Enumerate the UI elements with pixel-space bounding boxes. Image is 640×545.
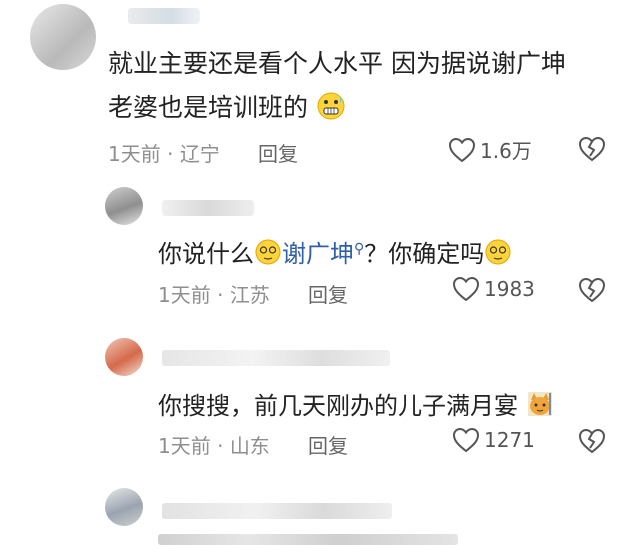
search-icon[interactable]: ⚲ — [354, 241, 364, 257]
broken-heart-icon — [578, 136, 606, 162]
heart-outline-icon — [452, 276, 480, 302]
location: 辽宁 — [179, 142, 220, 166]
username-blurred[interactable] — [162, 503, 392, 519]
heart-outline-icon — [452, 427, 480, 453]
avatar[interactable] — [105, 488, 143, 526]
like-count: 1271 — [484, 428, 535, 452]
like-button[interactable]: 1983 — [452, 276, 535, 302]
like-button[interactable]: 1271 — [452, 427, 535, 453]
comment-text-part: 你搜搜，前几天刚办的儿子满月宴 — [158, 392, 518, 420]
comment-text: 你说什么 谢广坤⚲？你确定吗 — [158, 234, 512, 272]
timestamp: 1天前 — [158, 434, 211, 458]
comment-text: 你搜搜，前几天刚办的儿子满月宴 — [158, 386, 554, 424]
location: 江苏 — [229, 283, 270, 307]
username-blurred[interactable] — [162, 350, 390, 366]
meta-separator: · — [217, 283, 224, 307]
dizzy-emoji — [484, 238, 512, 272]
dislike-button[interactable] — [578, 428, 606, 458]
reply-button[interactable]: 回复 — [308, 430, 348, 459]
location: 山东 — [229, 434, 270, 458]
mention-link[interactable]: 谢广坤 — [282, 240, 354, 268]
like-count: 1.6万 — [480, 139, 532, 163]
broken-heart-icon — [578, 277, 606, 303]
cat-emoji — [526, 390, 554, 424]
heart-outline-icon — [448, 137, 476, 162]
comment-text-part: 老婆也是培训班的 — [108, 93, 309, 122]
comment-meta: 1天前 · 山东 — [158, 430, 270, 459]
grimace-emoji — [316, 91, 346, 127]
broken-heart-icon — [578, 428, 606, 454]
username-blurred[interactable] — [162, 200, 254, 216]
meta-separator: · — [167, 142, 174, 166]
meta-separator: · — [217, 434, 224, 458]
avatar[interactable] — [30, 4, 96, 70]
username-blurred[interactable] — [128, 8, 200, 24]
timestamp: 1天前 — [158, 283, 211, 307]
comment-text-blurred — [158, 534, 458, 545]
avatar[interactable] — [105, 187, 143, 225]
dislike-button[interactable] — [578, 136, 606, 166]
comment-meta: 1天前 · 江苏 — [158, 279, 270, 308]
comment-text-line2: 老婆也是培训班的 — [108, 88, 346, 127]
timestamp: 1天前 — [108, 142, 161, 166]
avatar[interactable] — [105, 338, 143, 376]
comment-meta: 1天前 · 辽宁 — [108, 138, 220, 167]
like-button[interactable]: 1.6万 — [448, 135, 532, 164]
reply-button[interactable]: 回复 — [258, 138, 298, 167]
like-count: 1983 — [484, 277, 535, 301]
comment-text-part: ？你确定吗 — [364, 240, 485, 268]
comment-text: 就业主要还是看个人水平 因为据说谢广坤 — [108, 49, 566, 78]
dislike-button[interactable] — [578, 277, 606, 307]
comment-text-part: 你说什么 — [158, 240, 254, 268]
reply-button[interactable]: 回复 — [308, 279, 348, 308]
dizzy-emoji — [254, 238, 282, 272]
